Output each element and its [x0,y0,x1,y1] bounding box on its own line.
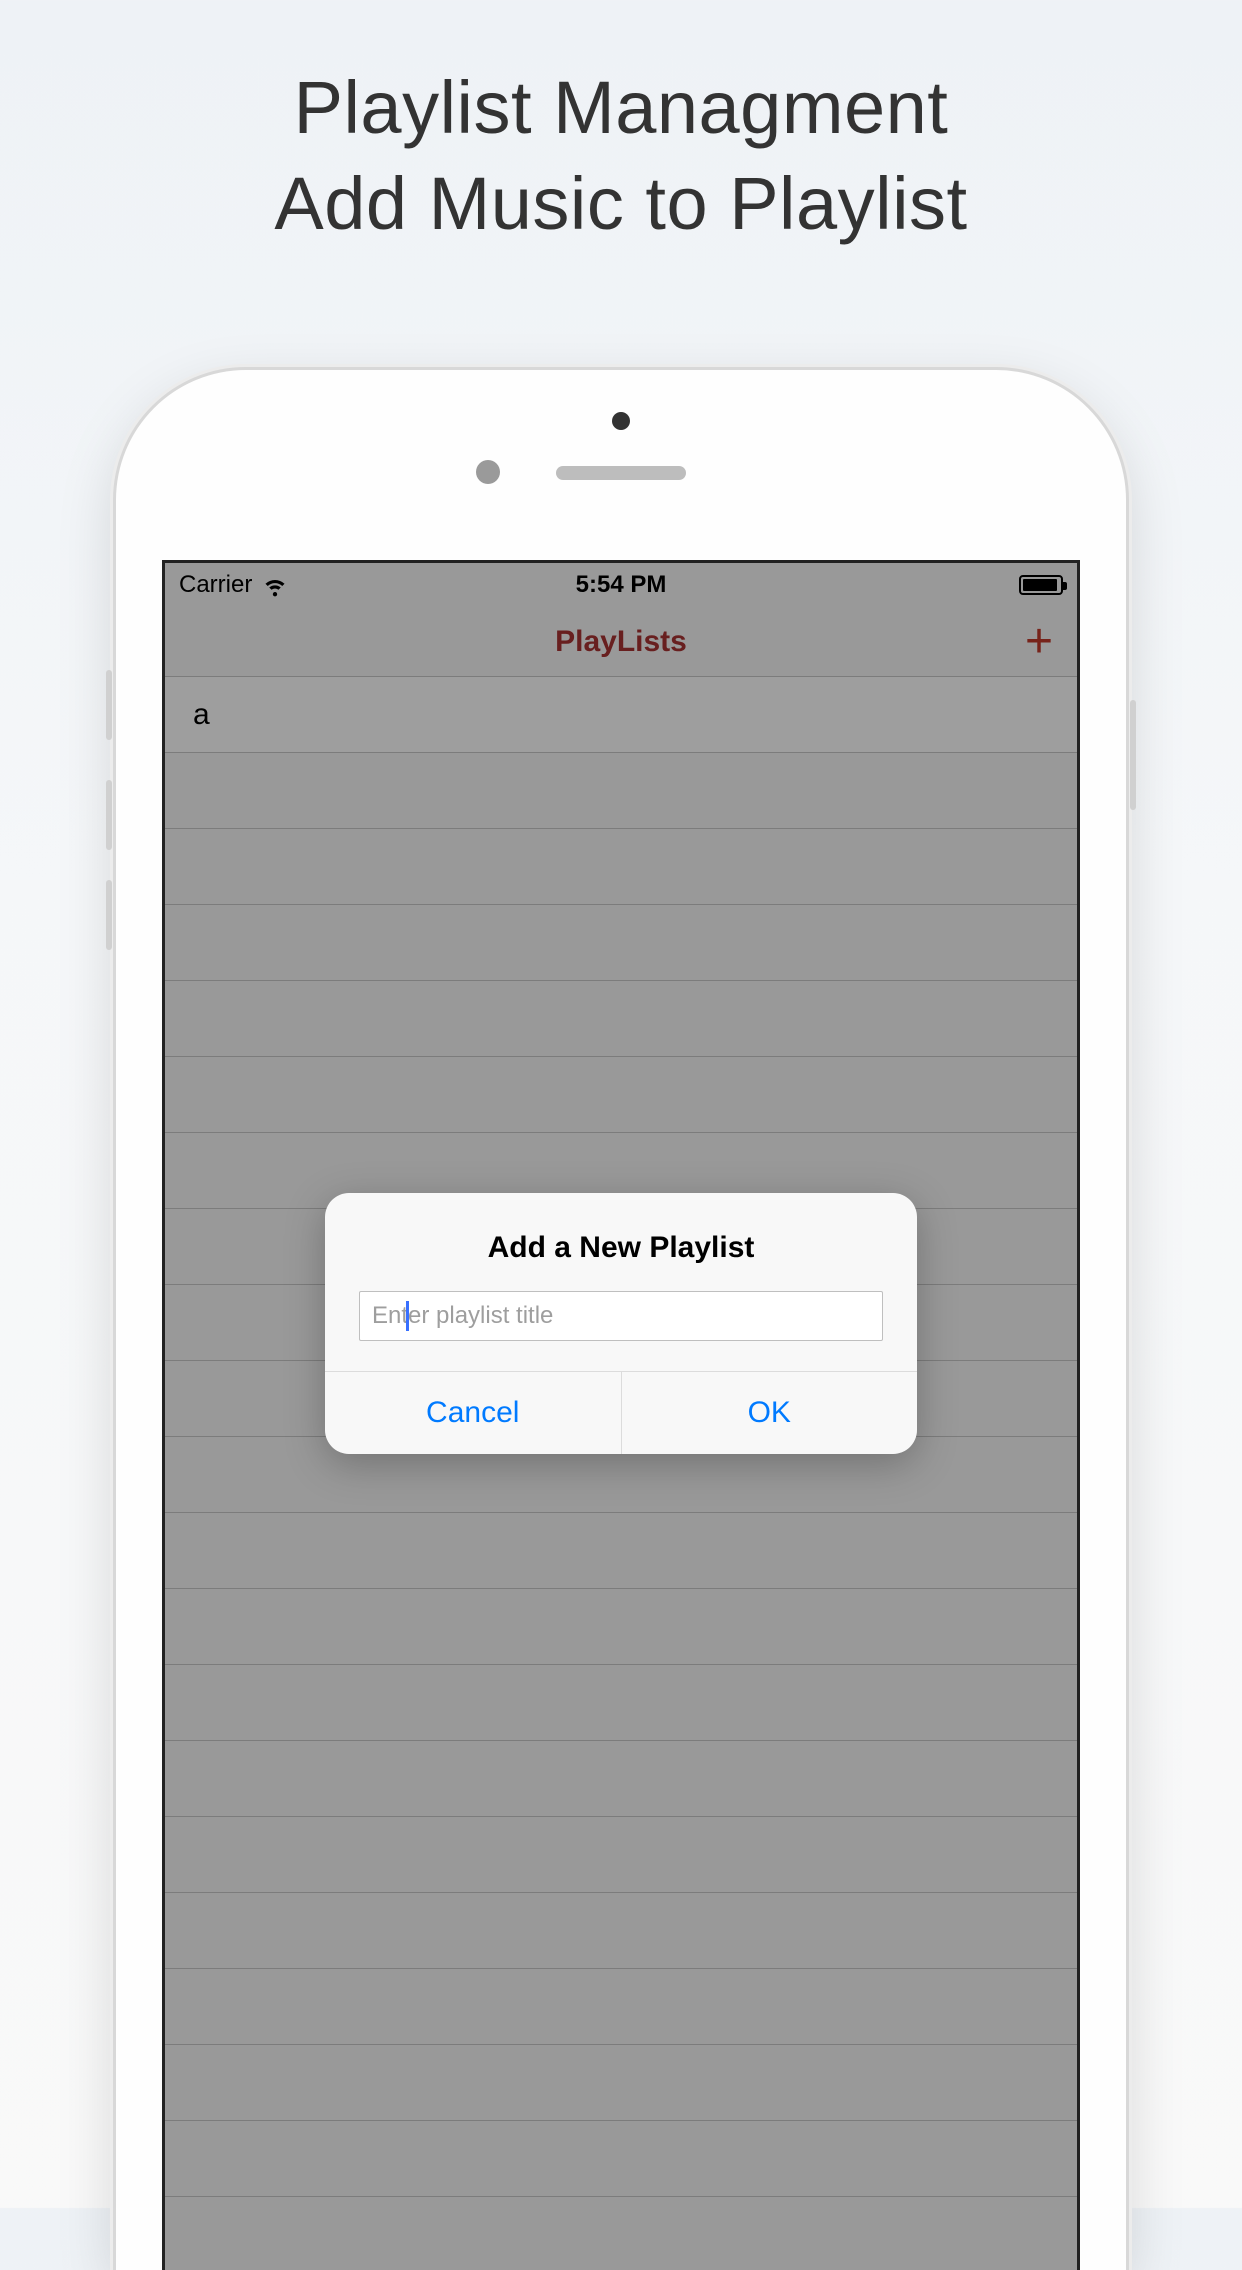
phone-frame: Carrier 5:54 PM PlayLists + a [116,370,1126,2270]
ok-button[interactable]: OK [621,1372,918,1454]
promo-line-1: Playlist Managment [0,60,1242,156]
front-camera [476,460,500,484]
cancel-button[interactable]: Cancel [325,1372,621,1454]
promo-heading: Playlist Managment Add Music to Playlist [0,0,1242,252]
playlist-title-input[interactable] [359,1291,883,1341]
speaker-grille [556,466,686,480]
promo-line-2: Add Music to Playlist [0,156,1242,252]
sensor-dot [612,412,630,430]
new-playlist-alert: Add a New Playlist Cancel OK [325,1193,917,1454]
text-caret [406,1301,409,1331]
phone-screen: Carrier 5:54 PM PlayLists + a [162,560,1080,2270]
alert-title: Add a New Playlist [355,1231,887,1265]
